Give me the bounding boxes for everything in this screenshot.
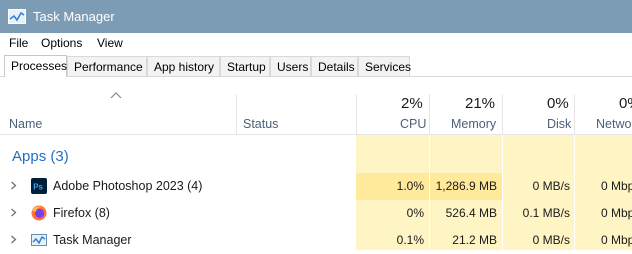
tab-details[interactable]: Details [311, 56, 358, 76]
disk-percent: 0% [547, 95, 569, 112]
menu-view[interactable]: View [97, 36, 123, 50]
tab-users[interactable]: Users [270, 56, 311, 76]
svg-text:Ps: Ps [33, 183, 43, 192]
column-separator[interactable] [574, 94, 575, 134]
network-value: 0 Mbp [601, 233, 632, 247]
column-separator[interactable] [429, 94, 430, 134]
tab-services[interactable]: Services [358, 56, 411, 76]
column-name-header[interactable]: Name [9, 117, 42, 131]
memory-value: 1,286.9 MB [435, 179, 497, 193]
photoshop-icon: Ps [31, 178, 47, 194]
process-name: Task Manager [53, 233, 132, 247]
column-header [0, 77, 632, 135]
cpu-value: 1.0% [396, 179, 424, 193]
task-manager-icon [31, 234, 47, 246]
memory-value: 526.4 MB [445, 206, 497, 220]
memory-percent: 21% [465, 95, 496, 112]
tab-performance[interactable]: Performance [67, 56, 147, 76]
sort-ascending-icon [110, 92, 122, 99]
tab-processes[interactable]: Processes [4, 55, 67, 77]
task-manager-icon [8, 9, 26, 24]
menu-file[interactable]: File [9, 36, 28, 50]
column-network-header[interactable]: Netwo [596, 117, 631, 131]
cpu-percent: 2% [401, 95, 423, 112]
memory-value: 21.2 MB [452, 233, 497, 247]
disk-value: 0.1 MB/s [522, 206, 570, 220]
column-disk-header[interactable]: Disk [547, 117, 571, 131]
network-value: 0 Mbp [601, 206, 632, 220]
tab-startup[interactable]: Startup [220, 56, 270, 76]
disk-value: 0 MB/s [532, 179, 570, 193]
network-value: 0 Mbp [601, 179, 632, 193]
chevron-right-icon[interactable] [10, 181, 17, 190]
column-separator[interactable] [356, 94, 357, 134]
table-row[interactable]: Ps Adobe Photoshop 2023 (4) 1.0% 1,286.9… [0, 173, 632, 200]
column-status-header[interactable]: Status [243, 117, 278, 131]
tab-bar: Processes Performance App history Startu… [0, 55, 632, 77]
column-separator[interactable] [502, 94, 503, 134]
header-divider [0, 134, 632, 135]
window-title: Task Manager [33, 9, 115, 24]
chevron-right-icon[interactable] [10, 235, 17, 244]
chevron-right-icon[interactable] [10, 208, 17, 217]
firefox-icon [31, 205, 47, 221]
column-separator[interactable] [236, 94, 237, 134]
column-memory-header[interactable]: Memory [451, 117, 496, 131]
cpu-value: 0.1% [396, 233, 424, 247]
process-name: Adobe Photoshop 2023 (4) [53, 179, 203, 193]
table-row[interactable]: Firefox (8) 0% 526.4 MB 0.1 MB/s 0 Mbp [0, 200, 632, 227]
menu-bar: File Options View [0, 33, 632, 53]
process-name: Firefox (8) [53, 206, 110, 220]
group-title-apps[interactable]: Apps (3) [12, 148, 69, 165]
menu-options[interactable]: Options [41, 36, 82, 50]
title-bar: Task Manager [0, 0, 632, 33]
column-cpu-header[interactable]: CPU [400, 117, 426, 131]
disk-value: 0 MB/s [532, 233, 570, 247]
tab-app-history[interactable]: App history [147, 56, 220, 76]
cpu-value: 0% [406, 206, 424, 220]
network-percent: 0% [619, 95, 632, 112]
